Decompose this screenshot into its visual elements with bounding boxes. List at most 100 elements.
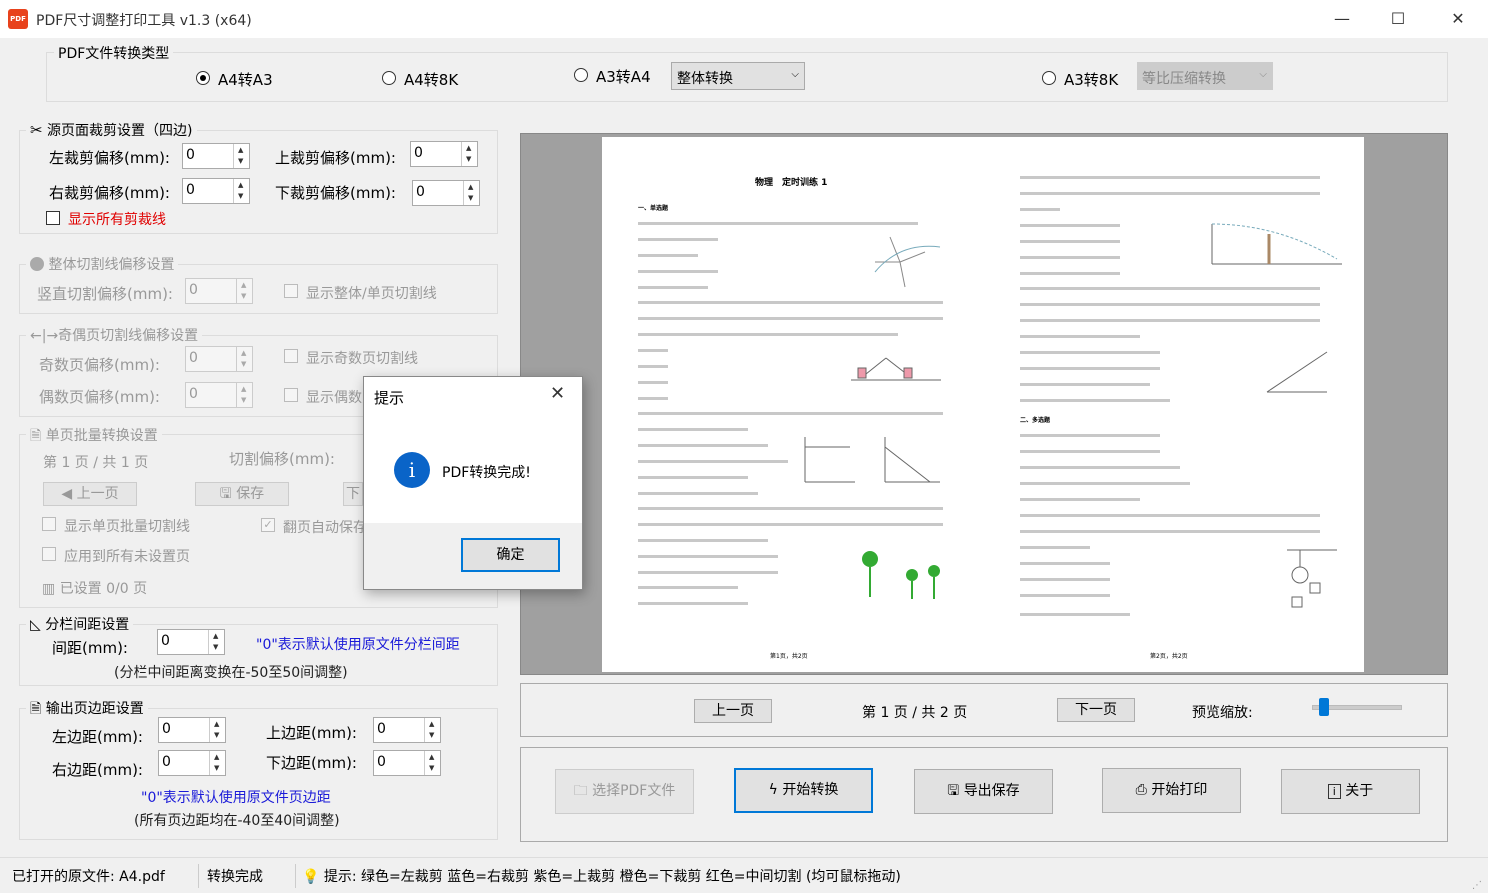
a3-a4-mode-select[interactable]: 整体转换 ⌵ [671, 62, 805, 90]
stepper-arrows[interactable]: ▲ ▼ [233, 179, 249, 203]
stepper-arrows[interactable]: ▲ ▼ [424, 718, 440, 742]
margin-right-value: 0 [162, 754, 171, 770]
stepper-arrows[interactable]: ▲ ▼ [461, 142, 477, 166]
column-gap-hint: "0"表示默认使用原文件分栏间距 [256, 637, 460, 653]
status-divider [198, 864, 199, 888]
start-convert-button[interactable]: ϟ 开始转换 [734, 768, 873, 813]
margin-bottom-value: 0 [377, 754, 386, 770]
radio-a4-8k[interactable] [382, 71, 396, 85]
radio-a3-a4-label[interactable]: A3转A4 [596, 66, 651, 87]
preview-doc-title: 物理 定时训练 1 [755, 178, 828, 188]
column-gap-label: 分栏间距设置 [45, 617, 130, 633]
set-count-label: 已设置 0/0 页 [59, 581, 148, 597]
a3-8k-mode-value: 等比压缩转换 [1142, 71, 1226, 87]
show-odd-lines-checkbox[interactable] [284, 349, 298, 363]
close-button[interactable]: ✕ [1430, 0, 1486, 38]
apply-all-label[interactable]: 应用到所有未设置页 [64, 546, 190, 566]
maximize-button[interactable]: ☐ [1370, 0, 1426, 38]
radio-a4-a3[interactable] [196, 71, 210, 85]
show-batch-lines-checkbox[interactable] [42, 517, 56, 531]
stepper-arrows[interactable]: ▲ ▼ [463, 181, 479, 205]
document-icon: 🗎 [30, 428, 42, 444]
radio-a3-8k-label[interactable]: A3转8K [1064, 69, 1118, 90]
dialog-close-button[interactable]: ✕ [550, 383, 565, 404]
radio-a3-a4[interactable] [574, 68, 588, 82]
scissors-icon: ✂ [30, 121, 43, 139]
stepper-arrows[interactable]: ▲ ▼ [209, 751, 225, 775]
vertical-cut-stepper[interactable]: 0 ▲ ▼ [185, 278, 253, 304]
even-offset-stepper[interactable]: 0 ▲ ▼ [185, 382, 253, 408]
resize-grip-icon[interactable]: ⋰ [1472, 880, 1482, 891]
stepper-arrows[interactable]: ▲ ▼ [209, 718, 225, 742]
crop-left-stepper[interactable]: 0 ▲ ▼ [182, 143, 250, 169]
minimize-button[interactable]: — [1314, 0, 1370, 38]
status-tip-text: 提示: 绿色=左裁剪 蓝色=右裁剪 紫色=上裁剪 橙色=下裁剪 红色=中间切割 … [323, 869, 901, 885]
chevron-down-icon: ⌵ [791, 69, 799, 80]
stepper-arrows[interactable]: ▲ ▼ [236, 383, 252, 407]
batch-save-button[interactable]: 🖫 保存 [195, 482, 289, 506]
app-icon: PDF [8, 9, 28, 29]
lightning-icon: ϟ [768, 782, 778, 798]
show-even-lines-checkbox[interactable] [284, 388, 298, 402]
status-bar: 已打开的原文件: A4.pdf 转换完成 💡 提示: 绿色=左裁剪 蓝色=右裁剪… [0, 857, 1488, 893]
crop-top-stepper[interactable]: 0 ▲ ▼ [410, 141, 478, 167]
show-crop-lines-checkbox[interactable] [46, 211, 60, 225]
start-print-button[interactable]: ⎙ 开始打印 [1102, 768, 1241, 813]
show-even-lines-label[interactable]: 显示偶数页切割线 [306, 387, 364, 407]
stepper-arrows[interactable]: ▲ ▼ [236, 347, 252, 371]
dialog-message: PDF转换完成! [442, 465, 531, 481]
select-pdf-button[interactable]: 🗀 选择PDF文件 [555, 769, 694, 814]
prev-page-button[interactable]: 上一页 [694, 699, 772, 723]
batch-next-button[interactable]: 下 [343, 482, 363, 506]
batch-prev-button[interactable]: ◀ 上一页 [43, 482, 137, 506]
auto-save-checkbox[interactable]: ✓ [261, 518, 275, 532]
diagram-pulley [851, 357, 941, 381]
odd-offset-stepper[interactable]: 0 ▲ ▼ [185, 346, 253, 372]
next-page-button[interactable]: 下一页 [1057, 698, 1135, 722]
a3-8k-mode-select[interactable]: 等比压缩转换 ⌵ [1137, 62, 1273, 90]
diagram-vectors [874, 236, 941, 288]
radio-a4-a3-label[interactable]: A4转A3 [218, 69, 273, 90]
radio-a4-8k-label[interactable]: A4转8K [404, 69, 458, 90]
show-cut-lines-checkbox[interactable] [284, 284, 298, 298]
about-button[interactable]: i 关于 [1281, 769, 1420, 814]
crop-bottom-stepper[interactable]: 0 ▲ ▼ [412, 180, 480, 206]
crop-left-value: 0 [186, 147, 195, 163]
margin-top-label: 上边距(mm): [266, 724, 357, 742]
document-icon: 🗎 [30, 701, 42, 717]
nav-panel [520, 683, 1448, 737]
show-cut-lines-label[interactable]: 显示整体/单页切割线 [306, 283, 437, 303]
export-save-label: 导出保存 [963, 783, 1020, 799]
radio-a3-8k[interactable] [1042, 71, 1056, 85]
show-odd-lines-label[interactable]: 显示奇数页切割线 [306, 348, 418, 368]
crop-right-value: 0 [186, 182, 195, 198]
odd-offset-label: 奇数页偏移(mm): [39, 356, 160, 374]
select-pdf-label: 选择PDF文件 [592, 783, 676, 799]
info-icon: i [394, 452, 430, 488]
column-gap-stepper[interactable]: 0 ▲ ▼ [157, 629, 225, 655]
status-divider [295, 864, 296, 888]
completion-dialog: 提示 ✕ i PDF转换完成! 确定 [363, 376, 583, 590]
stepper-arrows[interactable]: ▲ ▼ [233, 144, 249, 168]
margin-top-stepper[interactable]: 0 ▲ ▼ [373, 717, 441, 743]
export-save-button[interactable]: 🖫 导出保存 [914, 769, 1053, 814]
cut-offset-title: 整体切割线偏移设置 [26, 254, 179, 274]
stepper-arrows[interactable]: ▲ ▼ [236, 279, 252, 303]
margin-left-stepper[interactable]: 0 ▲ ▼ [158, 717, 226, 743]
auto-save-label[interactable]: 翻页自动保存 [283, 517, 363, 537]
crop-right-stepper[interactable]: 0 ▲ ▼ [182, 178, 250, 204]
diagram-incline [1266, 351, 1328, 393]
show-batch-lines-label[interactable]: 显示单页批量切割线 [64, 516, 190, 536]
window-title: PDF尺寸调整打印工具 v1.3 (x64) [36, 13, 252, 29]
vertical-cut-value: 0 [189, 282, 198, 298]
show-crop-lines-label[interactable]: 显示所有剪裁线 [68, 209, 166, 229]
stepper-arrows[interactable]: ▲ ▼ [208, 630, 224, 654]
margins-hint: "0"表示默认使用原文件页边距 [141, 790, 331, 806]
apply-all-checkbox[interactable] [42, 547, 56, 561]
lightbulb-icon: 💡 [302, 869, 320, 885]
stepper-arrows[interactable]: ▲ ▼ [424, 751, 440, 775]
margin-bottom-stepper[interactable]: 0 ▲ ▼ [373, 750, 441, 776]
dialog-ok-button[interactable]: 确定 [461, 538, 560, 572]
margin-right-stepper[interactable]: 0 ▲ ▼ [158, 750, 226, 776]
zoom-slider-thumb[interactable] [1319, 698, 1329, 716]
